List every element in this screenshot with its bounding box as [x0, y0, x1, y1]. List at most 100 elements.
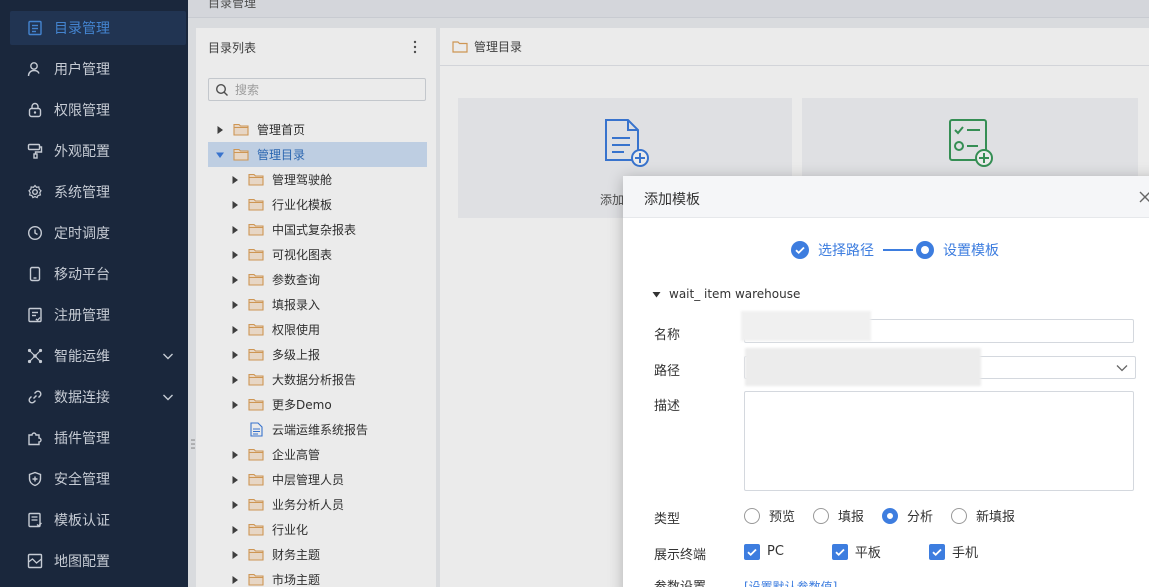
folder-icon	[248, 523, 264, 536]
sidebar-item-template-cert[interactable]: 模板认证	[10, 503, 186, 537]
caret-right-icon[interactable]	[215, 125, 225, 135]
radio-fill[interactable]	[813, 507, 830, 524]
tree-item-folder[interactable]: 管理目录	[208, 142, 427, 167]
tree-item-folder[interactable]: 参数查询	[230, 267, 427, 292]
puzzle-icon	[26, 429, 44, 447]
radio-label: 填报	[838, 510, 865, 525]
tree-item-folder[interactable]: 企业高管	[230, 442, 427, 467]
close-icon[interactable]	[1138, 190, 1149, 204]
radio-preview[interactable]	[744, 507, 760, 524]
template-cert-icon	[26, 511, 44, 529]
search-input[interactable]	[235, 82, 415, 97]
folder-icon	[248, 573, 264, 586]
tree-item-label: 行业化模板	[272, 198, 333, 212]
tree-item-folder[interactable]: 市场主题	[230, 567, 427, 587]
caret-right-icon[interactable]	[230, 250, 240, 260]
group-header[interactable]: wait_ item warehouse	[652, 287, 800, 301]
tree-item-folder[interactable]: 管理驾驶舱	[230, 167, 427, 192]
sidebar-item-data-connection[interactable]: 数据连接	[10, 380, 186, 414]
caret-right-icon[interactable]	[230, 350, 240, 360]
caret-down-icon	[652, 291, 661, 297]
caret-right-icon[interactable]	[230, 275, 240, 285]
document-icon	[250, 422, 263, 437]
sidebar-item-ops[interactable]: 智能运维	[10, 339, 186, 373]
sidebar-item-label: 插件管理	[54, 431, 110, 447]
tree-item-folder[interactable]: 业务分析人员	[230, 492, 427, 517]
default-param-link[interactable]: [设置默认参数值]	[744, 578, 837, 587]
sidebar-item-label: 权限管理	[54, 103, 110, 119]
link-icon	[26, 388, 44, 406]
description-textarea[interactable]	[744, 391, 1134, 491]
redacted-region	[745, 348, 981, 386]
search-box[interactable]	[208, 78, 426, 101]
dialog-header: 添加模板	[623, 176, 1149, 218]
tree-item-folder[interactable]: 中层管理人员	[230, 467, 427, 492]
tree-item-folder[interactable]: 行业化	[230, 517, 427, 542]
chevron-down-icon	[163, 394, 173, 401]
tree-item-label: 填报录入	[272, 298, 321, 312]
sidebar-item-label: 目录管理	[54, 21, 110, 37]
tree-item-label: 中层管理人员	[272, 473, 345, 487]
folder-icon	[452, 41, 468, 53]
caret-down-icon[interactable]	[215, 150, 225, 160]
breadcrumb-label: 管理目录	[474, 40, 523, 54]
tree-item-document[interactable]: 云端运维系统报告	[230, 417, 427, 442]
tree-item-folder[interactable]: 行业化模板	[230, 192, 427, 217]
caret-right-icon[interactable]	[230, 300, 240, 310]
tree-item-folder[interactable]: 权限使用	[230, 317, 427, 342]
tree-item-folder[interactable]: 更多Demo	[230, 392, 427, 417]
caret-right-icon[interactable]	[230, 325, 240, 335]
tree-item-folder[interactable]: 可视化图表	[230, 242, 427, 267]
step-label: 选择路径	[818, 243, 874, 259]
checkbox-tablet[interactable]	[831, 543, 848, 560]
folder-icon	[248, 223, 264, 236]
tree-item-folder[interactable]: 管理首页	[215, 117, 427, 142]
caret-right-icon[interactable]	[230, 375, 240, 385]
user-icon	[26, 60, 44, 78]
sidebar-item-plugins[interactable]: 插件管理	[10, 421, 186, 455]
caret-right-icon[interactable]	[230, 525, 240, 535]
sidebar-item-permissions[interactable]: 权限管理	[10, 93, 186, 127]
tree-item-label: 业务分析人员	[272, 498, 345, 512]
caret-right-icon[interactable]	[230, 550, 240, 560]
caret-right-icon[interactable]	[230, 475, 240, 485]
caret-right-icon[interactable]	[230, 400, 240, 410]
tree-item-label: 多级上报	[272, 348, 321, 362]
sidebar-item-appearance[interactable]: 外观配置	[10, 134, 186, 168]
caret-right-icon[interactable]	[230, 500, 240, 510]
sidebar-item-map[interactable]: 地图配置	[10, 544, 186, 578]
tree-item-folder[interactable]: 财务主题	[230, 542, 427, 567]
lock-icon	[26, 101, 44, 119]
checkbox-pc[interactable]	[744, 543, 760, 560]
breadcrumb: 管理目录	[440, 28, 1149, 66]
sidebar-item-register[interactable]: 注册管理	[10, 298, 186, 332]
sidebar-item-mobile[interactable]: 移动平台	[10, 257, 186, 291]
checkbox-label: 平板	[854, 546, 881, 561]
sidebar-item-label: 外观配置	[54, 144, 110, 160]
sidebar-item-label: 安全管理	[54, 472, 110, 488]
caret-right-icon[interactable]	[230, 450, 240, 460]
more-options-icon[interactable]	[412, 40, 418, 54]
sidebar-item-schedule[interactable]: 定时调度	[10, 216, 186, 250]
caret-right-icon[interactable]	[230, 575, 240, 585]
tree-item-folder[interactable]: 中国式复杂报表	[230, 217, 427, 242]
checkbox-phone[interactable]	[928, 543, 945, 560]
radio-analysis[interactable]	[882, 507, 899, 524]
tree-item-folder[interactable]: 填报录入	[230, 292, 427, 317]
step-current-icon	[916, 241, 934, 259]
splitter-handle-icon[interactable]	[191, 438, 195, 452]
sidebar-item-catalog[interactable]: 目录管理	[10, 11, 186, 45]
network-icon	[26, 347, 44, 365]
sidebar-item-security[interactable]: 安全管理	[10, 462, 186, 496]
tree-item-folder[interactable]: 多级上报	[230, 342, 427, 367]
caret-right-icon[interactable]	[230, 225, 240, 235]
caret-right-icon[interactable]	[230, 200, 240, 210]
radio-new-fill[interactable]	[951, 507, 968, 524]
tree-item-folder[interactable]: 大数据分析报告	[230, 367, 427, 392]
folder-icon	[248, 198, 264, 211]
caret-right-icon[interactable]	[230, 175, 240, 185]
sidebar-item-users[interactable]: 用户管理	[10, 52, 186, 86]
redacted-region	[741, 311, 871, 341]
sidebar-item-system[interactable]: 系统管理	[10, 175, 186, 209]
